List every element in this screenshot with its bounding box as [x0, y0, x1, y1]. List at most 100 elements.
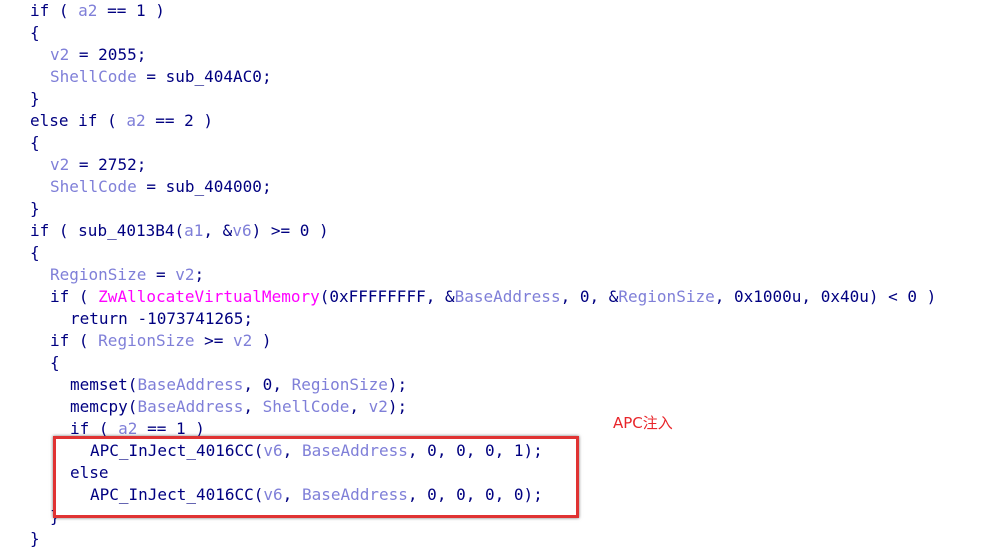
code-token: RegionSize: [618, 287, 715, 306]
code-token: memcpy: [70, 397, 128, 416]
code-token: sub_404AC0: [165, 67, 262, 86]
code-line: {: [30, 132, 40, 154]
code-token: , &: [425, 287, 455, 306]
code-line: else if ( a2 == 2 ): [30, 110, 213, 132]
code-token: v2: [175, 265, 195, 284]
code-token: ,: [349, 397, 369, 416]
code-token: memset: [70, 375, 128, 394]
code-token: 0x1000u: [733, 287, 802, 306]
code-token: {: [30, 133, 40, 152]
code-token: BaseAddress: [137, 397, 244, 416]
code-token: RegionSize: [98, 331, 195, 350]
code-token: 0: [907, 287, 918, 306]
code-token: =: [136, 67, 166, 86]
code-token: ;: [194, 265, 205, 284]
code-token: 0: [262, 375, 273, 394]
code-line: {: [30, 22, 40, 44]
code-token: ZwAllocateVirtualMemory: [98, 287, 320, 306]
code-token: ;: [261, 177, 272, 196]
code-line: return -1073741265;: [70, 308, 253, 330]
code-token: 0xFFFFFFFF: [329, 287, 426, 306]
code-token: (: [49, 1, 79, 20]
code-token: ): [917, 287, 937, 306]
code-token: ,: [272, 375, 292, 394]
code-token: ;: [243, 309, 254, 328]
code-token: (: [127, 375, 138, 394]
code-token: (: [174, 221, 185, 240]
code-token: ;: [136, 155, 147, 174]
code-token: ) >=: [251, 221, 300, 240]
code-token: -1073741265: [137, 309, 244, 328]
code-token: 2752: [98, 155, 137, 174]
code-token: a2: [126, 111, 146, 130]
code-token: >=: [194, 331, 234, 350]
code-token: =: [69, 45, 99, 64]
code-token: ,: [801, 287, 821, 306]
code-token: 0x40u: [820, 287, 869, 306]
code-line: ShellCode = sub_404AC0;: [50, 66, 272, 88]
code-line: if ( ZwAllocateVirtualMemory(0xFFFFFFFF,…: [50, 286, 936, 308]
code-token: return: [70, 309, 128, 328]
code-token: );: [387, 397, 408, 416]
code-token: BaseAddress: [137, 375, 244, 394]
code-token: ): [252, 331, 272, 350]
code-token: ) <: [868, 287, 908, 306]
code-token: (: [319, 287, 330, 306]
code-token: if: [30, 221, 50, 240]
decompiler-view: if ( a2 == 1 ){v2 = 2055; ShellCode = sub…: [0, 0, 989, 553]
code-token: a2: [78, 1, 98, 20]
code-token: , &: [589, 287, 619, 306]
code-token: 0: [299, 221, 310, 240]
code-line: ShellCode = sub_404000;: [50, 176, 272, 198]
apc-inject-highlight-box: [53, 436, 579, 518]
code-token: v2: [368, 397, 388, 416]
code-token: , &: [203, 221, 233, 240]
code-token: else if: [30, 111, 98, 130]
code-line: memcpy(BaseAddress, ShellCode, v2);: [70, 396, 407, 418]
code-token: {: [30, 243, 40, 262]
code-token: ShellCode: [50, 177, 137, 196]
code-token: if: [50, 331, 70, 350]
code-token: (: [69, 331, 99, 350]
code-token: RegionSize: [50, 265, 147, 284]
code-token: =: [146, 265, 176, 284]
code-line: }: [30, 88, 40, 110]
code-line: if ( RegionSize >= v2 ): [50, 330, 272, 352]
code-token: }: [30, 199, 40, 218]
code-line: v2 = 2752;: [50, 154, 146, 176]
code-token: ): [145, 1, 165, 20]
code-token: ): [309, 221, 329, 240]
code-token: (: [127, 397, 138, 416]
code-token: ShellCode: [50, 67, 137, 86]
code-token: sub_404000: [165, 177, 262, 196]
code-token: {: [30, 23, 40, 42]
code-token: ShellCode: [262, 397, 350, 416]
code-token: ,: [243, 375, 263, 394]
code-line: memset(BaseAddress, 0, RegionSize);: [70, 374, 407, 396]
code-token: }: [30, 529, 40, 548]
code-token: 2055: [98, 45, 137, 64]
code-token: ==: [145, 111, 185, 130]
code-token: (: [49, 221, 79, 240]
code-token: (: [69, 287, 99, 306]
code-token: ;: [261, 67, 272, 86]
code-token: (: [97, 111, 127, 130]
code-token: RegionSize: [291, 375, 388, 394]
code-token: );: [387, 375, 408, 394]
code-token: {: [50, 353, 60, 372]
code-line: {: [30, 242, 40, 264]
code-token: sub_4013B4: [78, 221, 175, 240]
code-token: ): [193, 111, 214, 130]
code-token: =: [69, 155, 99, 174]
apc-inject-annotation: APC注入: [613, 414, 673, 432]
code-line: }: [30, 198, 40, 220]
code-line: RegionSize = v2;: [50, 264, 204, 286]
code-token: ==: [97, 1, 136, 20]
code-token: =: [136, 177, 166, 196]
code-token: v2: [50, 155, 70, 174]
code-line: if ( a2 == 1 ): [30, 0, 165, 22]
code-line: v2 = 2055;: [50, 44, 146, 66]
code-token: ,: [243, 397, 263, 416]
code-token: v2: [233, 331, 253, 350]
code-line: if ( sub_4013B4(a1, &v6) >= 0 ): [30, 220, 329, 242]
